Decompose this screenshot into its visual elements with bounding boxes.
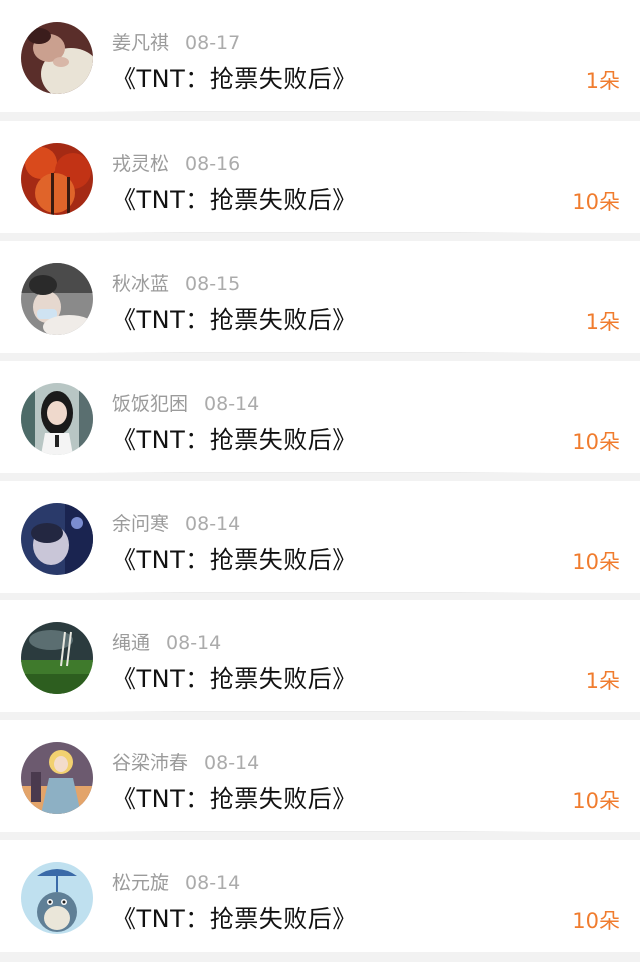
divider xyxy=(88,232,552,233)
username[interactable]: 饭饭犯困 xyxy=(112,393,188,415)
username[interactable]: 绳通 xyxy=(112,632,150,654)
avatar[interactable] xyxy=(21,143,93,215)
gift-count: 10朵 xyxy=(572,550,620,574)
gift-record-list: 姜凡祺 08-17 《TNT：抢票失败后》 1朵 戎灵松 08-16 《TNT：抢票… xyxy=(0,0,640,962)
list-item[interactable]: 谷梁沛春 08-14 《TNT：抢票失败后》 10朵 xyxy=(0,720,640,832)
work-title[interactable]: 《TNT：抢票失败后》 xyxy=(112,303,357,337)
avatar[interactable] xyxy=(21,503,93,575)
list-item[interactable]: 松元旋 08-14 《TNT：抢票失败后》 10朵 xyxy=(0,840,640,952)
divider xyxy=(88,831,552,832)
divider xyxy=(88,472,552,473)
item-meta: 松元旋 08-14 xyxy=(112,870,240,896)
gift-count: 10朵 xyxy=(572,190,620,214)
divider xyxy=(88,111,552,112)
work-title[interactable]: 《TNT：抢票失败后》 xyxy=(112,423,357,457)
gift-count: 1朵 xyxy=(585,669,620,693)
date: 08-14 xyxy=(185,513,241,535)
date: 08-15 xyxy=(185,273,241,295)
avatar[interactable] xyxy=(21,263,93,335)
avatar[interactable] xyxy=(21,383,93,455)
item-meta: 余问寒 08-14 xyxy=(112,511,240,537)
item-meta: 戎灵松 08-16 xyxy=(112,151,240,177)
work-title[interactable]: 《TNT：抢票失败后》 xyxy=(112,543,357,577)
username[interactable]: 戎灵松 xyxy=(112,153,169,175)
gift-count: 10朵 xyxy=(572,909,620,933)
list-item[interactable]: 饭饭犯困 08-14 《TNT：抢票失败后》 10朵 xyxy=(0,361,640,473)
work-title[interactable]: 《TNT：抢票失败后》 xyxy=(112,662,357,696)
divider xyxy=(88,711,552,712)
list-item[interactable]: 绳通 08-14 《TNT：抢票失败后》 1朵 xyxy=(0,600,640,712)
list-item[interactable]: 姜凡祺 08-17 《TNT：抢票失败后》 1朵 xyxy=(0,0,640,112)
item-meta: 谷梁沛春 08-14 xyxy=(112,750,259,776)
username[interactable]: 秋冰蓝 xyxy=(112,273,169,295)
item-meta: 绳通 08-14 xyxy=(112,630,221,656)
date: 08-16 xyxy=(185,153,241,175)
item-meta: 秋冰蓝 08-15 xyxy=(112,271,240,297)
item-meta: 饭饭犯困 08-14 xyxy=(112,391,259,417)
date: 08-17 xyxy=(185,32,241,54)
username[interactable]: 谷梁沛春 xyxy=(112,752,188,774)
date: 08-14 xyxy=(185,872,241,894)
gift-count: 10朵 xyxy=(572,430,620,454)
list-item[interactable]: 秋冰蓝 08-15 《TNT：抢票失败后》 1朵 xyxy=(0,241,640,353)
gift-count: 1朵 xyxy=(585,69,620,93)
item-meta: 姜凡祺 08-17 xyxy=(112,30,240,56)
gift-count: 1朵 xyxy=(585,310,620,334)
avatar[interactable] xyxy=(21,862,93,934)
work-title[interactable]: 《TNT：抢票失败后》 xyxy=(112,62,357,96)
avatar[interactable] xyxy=(21,742,93,814)
work-title[interactable]: 《TNT：抢票失败后》 xyxy=(112,902,357,936)
gift-count: 10朵 xyxy=(572,789,620,813)
divider xyxy=(88,592,552,593)
date: 08-14 xyxy=(166,632,222,654)
list-item[interactable]: 戎灵松 08-16 《TNT：抢票失败后》 10朵 xyxy=(0,121,640,233)
username[interactable]: 姜凡祺 xyxy=(112,32,169,54)
username[interactable]: 松元旋 xyxy=(112,872,169,894)
date: 08-14 xyxy=(204,752,260,774)
avatar[interactable] xyxy=(21,622,93,694)
avatar[interactable] xyxy=(21,22,93,94)
list-item[interactable]: 余问寒 08-14 《TNT：抢票失败后》 10朵 xyxy=(0,481,640,593)
work-title[interactable]: 《TNT：抢票失败后》 xyxy=(112,183,357,217)
date: 08-14 xyxy=(204,393,260,415)
username[interactable]: 余问寒 xyxy=(112,513,169,535)
divider xyxy=(88,352,552,353)
work-title[interactable]: 《TNT：抢票失败后》 xyxy=(112,782,357,816)
